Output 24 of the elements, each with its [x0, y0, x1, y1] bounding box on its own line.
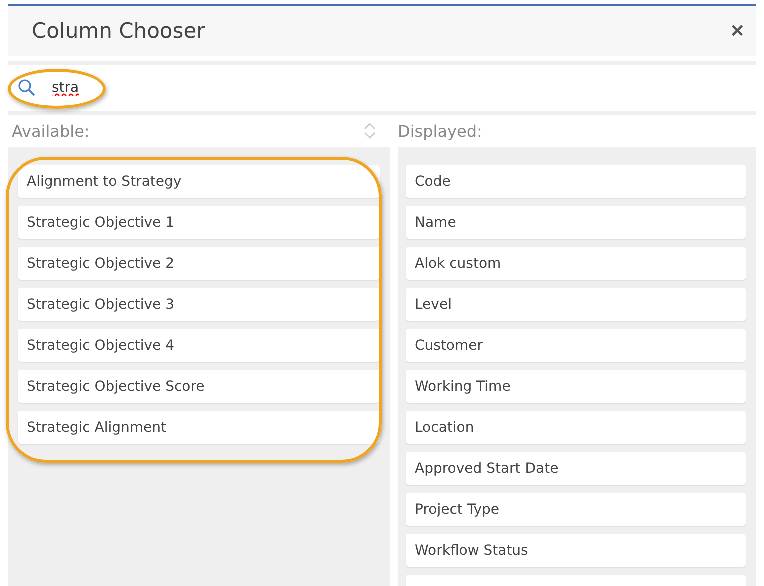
- list-item[interactable]: Customer: [406, 329, 746, 362]
- list-item[interactable]: Level: [406, 288, 746, 321]
- list-item[interactable]: Strategic Objective 2: [18, 247, 380, 280]
- list-item[interactable]: Code: [406, 165, 746, 198]
- list-item[interactable]: Strategic Objective 3: [18, 288, 380, 321]
- list-item[interactable]: Project Type: [406, 493, 746, 526]
- list-item[interactable]: Approved Start Date: [406, 452, 746, 485]
- list-item[interactable]: Strategic Objective 1: [18, 206, 380, 239]
- list-item[interactable]: Location: [406, 411, 746, 444]
- list-item[interactable]: Alok custom: [406, 247, 746, 280]
- list-item[interactable]: Working Time: [406, 370, 746, 403]
- list-item[interactable]: Name: [406, 206, 746, 239]
- sort-icon[interactable]: [364, 122, 376, 140]
- list-item[interactable]: Strategic Alignment: [18, 411, 380, 444]
- search-field[interactable]: stra: [50, 79, 254, 97]
- column-heading: Available:: [12, 122, 90, 140]
- list-item[interactable]: Alignment to Strategy: [18, 165, 380, 198]
- close-button[interactable]: ×: [727, 18, 748, 44]
- search-icon: [18, 79, 36, 97]
- list-item[interactable]: Strategic Objective 4: [18, 329, 380, 362]
- list-item[interactable]: Workflow Status: [406, 534, 746, 567]
- column-heading: Displayed:: [398, 122, 482, 140]
- list-item[interactable]: Strategic Objective Score: [18, 370, 380, 403]
- window-title: Column Chooser: [32, 19, 206, 43]
